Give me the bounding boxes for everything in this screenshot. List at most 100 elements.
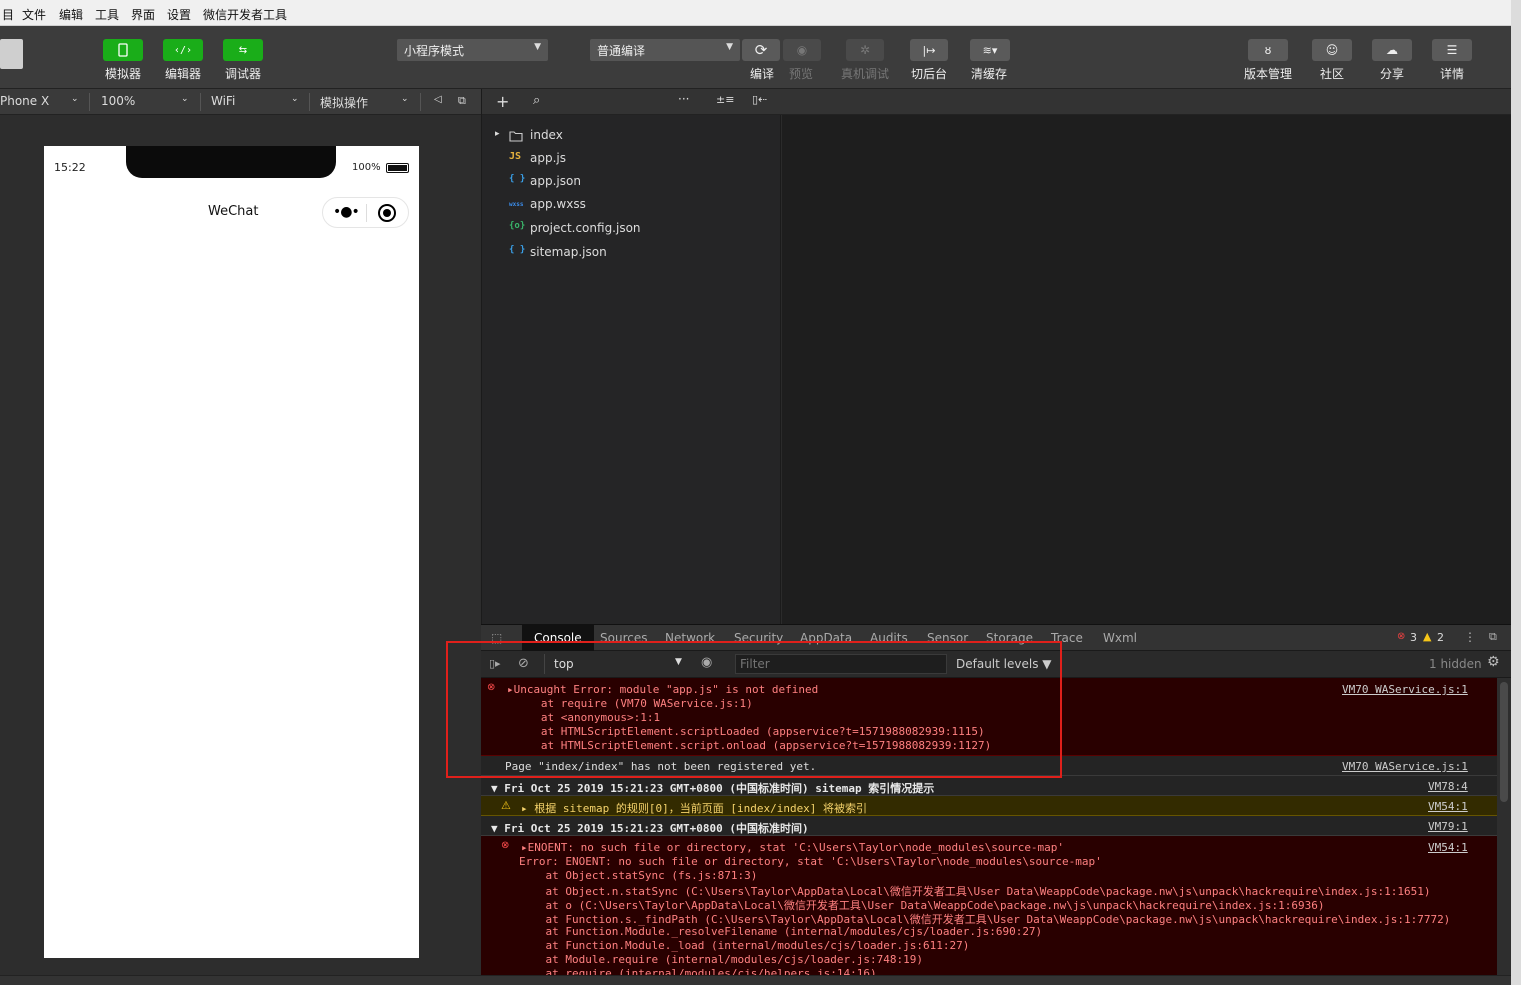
cloud-icon: ☁ (1386, 43, 1398, 57)
console-group-row[interactable]: ▼ Fri Oct 25 2019 15:21:23 GMT+0800 (中国标… (481, 776, 1497, 796)
console-scrollbar[interactable] (1497, 678, 1511, 976)
editor-label: 编辑器 (165, 67, 202, 81)
stack-line: Error: ENOENT: no such file or directory… (519, 855, 1102, 868)
warning-count[interactable]: 2 (1437, 631, 1444, 644)
volume-icon[interactable]: ◁ (434, 94, 442, 105)
folder-icon (509, 131, 523, 142)
network-select[interactable]: WiFi (211, 94, 235, 108)
source-link[interactable]: VM54:1 (1428, 841, 1468, 854)
editor-button[interactable]: ‹/› (163, 39, 203, 61)
status-time: 15:22 (54, 161, 86, 174)
close-miniprogram-icon[interactable] (378, 204, 396, 222)
mode-select[interactable]: 小程序模式 ▼ (397, 39, 548, 61)
expand-arrow-icon[interactable]: ▸ (495, 129, 500, 139)
wxss-file-icon: wxss (509, 201, 524, 208)
chevron-down-icon[interactable]: ⌄ (291, 94, 299, 104)
avatar[interactable] (0, 39, 23, 69)
compile-button[interactable]: ⟳ (742, 39, 780, 61)
phone-screen[interactable]: 15:22 100% WeChat •●• (44, 146, 419, 958)
compile-select[interactable]: 普通编译 ▼ (590, 39, 740, 61)
source-link[interactable]: VM78:4 (1428, 780, 1468, 793)
details-button[interactable]: ☰ (1432, 39, 1472, 61)
source-link[interactable]: VM70 WAService.js:1 (1342, 760, 1468, 773)
menu-item-file[interactable]: 文件 (22, 6, 46, 23)
file-item-sitemap[interactable]: { } sitemap.json (482, 242, 782, 264)
kebab-menu-icon[interactable]: ⋮ (1464, 630, 1476, 644)
status-battery-text: 100% (352, 162, 381, 173)
console-error-row[interactable]: ⊗ ▸ENOENT: no such file or directory, st… (481, 836, 1497, 976)
more-icon[interactable]: •●• (333, 204, 360, 220)
capsule-menu[interactable]: •●• (322, 197, 409, 228)
menu-item-tools[interactable]: 工具 (95, 6, 119, 23)
chevron-down-icon: ▼ (534, 42, 541, 52)
switch-background-icon: |↦ (922, 43, 936, 57)
hide-panel-icon[interactable]: ▯⇠ (752, 93, 767, 106)
version-button[interactable]: ȣ (1248, 39, 1288, 61)
error-message: ▸ENOENT: no such file or directory, stat… (521, 841, 1065, 854)
simulator-label: 模拟器 (105, 67, 142, 81)
warning-message: ▸ 根据 sitemap 的规则[0]，当前页面 [index/index] 将… (521, 802, 868, 815)
nav-title: WeChat (208, 204, 259, 219)
simulator-button[interactable] (103, 39, 143, 61)
file-item-app-wxss[interactable]: wxss app.wxss (482, 194, 782, 216)
file-item-app-js[interactable]: JS app.js (482, 148, 782, 170)
collapse-icon[interactable]: ±≡ (716, 93, 734, 106)
share-button[interactable]: ☁ (1372, 39, 1412, 61)
source-link[interactable]: VM70 WAService.js:1 (1342, 683, 1468, 696)
remote-debug-label: 真机调试 (841, 67, 890, 81)
clear-cache-button[interactable]: ≋▾ (970, 39, 1010, 61)
popout-icon[interactable]: ⧉ (458, 94, 466, 108)
zoom-select[interactable]: 100% (101, 94, 135, 108)
version-label: 版本管理 (1244, 67, 1293, 81)
device-select[interactable]: Phone X (0, 94, 49, 108)
console-group-row[interactable]: ▼ Fri Oct 25 2019 15:21:23 GMT+0800 (中国标… (481, 816, 1497, 836)
chevron-down-icon: ▼ (726, 42, 733, 52)
debugger-button[interactable]: ⇆ (223, 39, 263, 61)
source-link[interactable]: VM79:1 (1428, 820, 1468, 833)
file-explorer: + ⌕ ··· ±≡ ▯⇠ ▸ index JS app.js { } app.… (481, 89, 782, 624)
menu-item-devtools[interactable]: 微信开发者工具 (203, 6, 287, 23)
menu-item-view[interactable]: 界面 (131, 6, 155, 23)
preview-label: 预览 (789, 67, 814, 81)
group-header: ▼ Fri Oct 25 2019 15:21:23 GMT+0800 (中国标… (491, 822, 809, 835)
search-icon[interactable]: ⌕ (533, 93, 540, 108)
menu-item-settings[interactable]: 设置 (167, 6, 191, 23)
error-icon: ⊗ (501, 840, 510, 851)
error-count[interactable]: 3 (1410, 631, 1417, 644)
more-icon[interactable]: ··· (678, 92, 689, 106)
menu-icon: ☰ (1446, 43, 1458, 57)
main-toolbar: 模拟器 ‹/› 编辑器 ⇆ 调试器 小程序模式 ▼ 普通编译 ▼ ⟳ 编译 ◉ … (0, 26, 1511, 89)
console-warning-row[interactable]: ⚠ ▸ 根据 sitemap 的规则[0]，当前页面 [index/index]… (481, 796, 1497, 816)
community-button[interactable]: ☺ (1312, 39, 1352, 61)
chevron-down-icon[interactable]: ⌄ (181, 94, 189, 104)
gear-icon[interactable]: ⚙ (1487, 654, 1500, 670)
tab-wxml[interactable]: Wxml (1103, 631, 1137, 645)
chevron-down-icon[interactable]: ⌄ (71, 94, 79, 104)
menu-item-project[interactable]: 目 (2, 6, 14, 23)
file-item-index[interactable]: ▸ index (482, 125, 782, 147)
debugger-label: 调试器 (225, 67, 262, 81)
preview-button[interactable]: ◉ (783, 39, 821, 61)
file-item-project-config[interactable]: {o} project.config.json (482, 218, 782, 240)
source-link[interactable]: VM54:1 (1428, 800, 1468, 813)
code-icon: ‹/› (173, 44, 193, 56)
menu-item-edit[interactable]: 编辑 (59, 6, 83, 23)
undock-icon[interactable]: ⧉ (1489, 630, 1497, 644)
editor-area[interactable] (782, 89, 1511, 624)
add-icon[interactable]: + (496, 92, 509, 111)
bug-icon: ✲ (859, 43, 871, 57)
stack-line: at Module.require (internal/modules/cjs/… (519, 953, 923, 966)
hidden-count: 1 hidden (1429, 657, 1482, 671)
branch-icon: ȣ (1264, 43, 1272, 57)
eye-icon: ◉ (796, 43, 808, 57)
background-button[interactable]: |↦ (910, 39, 948, 61)
stack-line: at Function.Module._load (internal/modul… (519, 939, 970, 952)
chevron-down-icon[interactable]: ⌄ (401, 94, 409, 104)
json-file-icon: { } (509, 174, 526, 184)
file-item-app-json[interactable]: { } app.json (482, 171, 782, 193)
config-file-icon: {o} (509, 221, 526, 231)
sim-ops-select[interactable]: 模拟操作 (320, 94, 368, 111)
remote-debug-button[interactable]: ✲ (846, 39, 884, 61)
group-header: ▼ Fri Oct 25 2019 15:21:23 GMT+0800 (中国标… (491, 782, 935, 795)
json-file-icon: { } (509, 245, 526, 255)
